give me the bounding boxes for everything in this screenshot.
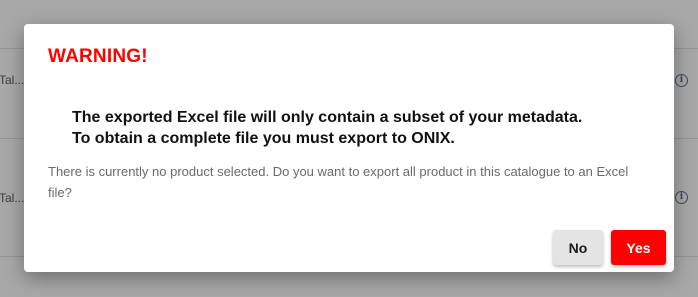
info-icon[interactable]: i	[675, 74, 688, 87]
table-cell-title: Tal...	[0, 191, 25, 205]
export-warning-dialog: WARNING! The exported Excel file will on…	[24, 24, 674, 272]
info-icon[interactable]: i	[675, 191, 688, 204]
dialog-headline-line-1: The exported Excel file will only contai…	[72, 109, 583, 126]
dialog-message: There is currently no product selected. …	[48, 164, 629, 200]
dialog-title: WARNING!	[48, 46, 148, 67]
table-cell-title: Tal...	[0, 73, 25, 87]
dialog-headline-line-2: To obtain a complete file you must expor…	[72, 130, 455, 147]
no-button[interactable]: No	[553, 230, 603, 265]
yes-button[interactable]: Yes	[611, 230, 666, 265]
dialog-headline: The exported Excel file will only contai…	[72, 107, 582, 149]
